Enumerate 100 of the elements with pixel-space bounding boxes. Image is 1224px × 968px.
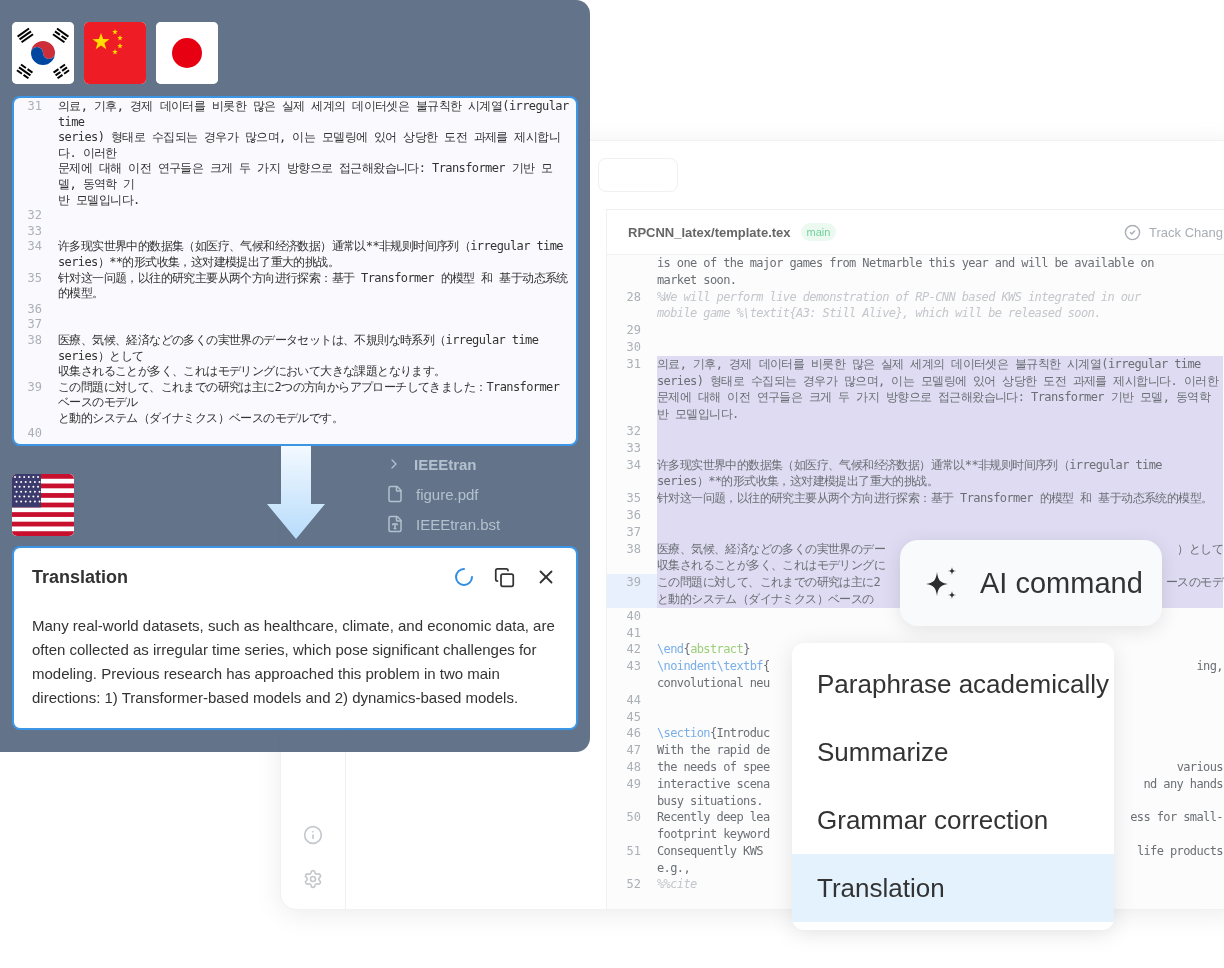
line-number: 46: [625, 725, 642, 743]
code-text: nd any hands: [1143, 775, 1223, 793]
usa-flag-icon: [12, 474, 74, 537]
translation-text: Many real-world datasets, such as healthcare, climate, and economic data, are often collected as irregular time series, which pose significant challenges for modeling. Previous research has approached this problem in two main directions: 1) Transformer-based models and 2) dynamics-based models.: [32, 616, 556, 709]
line-number: 28: [625, 288, 642, 306]
line-number: 42: [625, 641, 642, 659]
line-number: 34: [625, 456, 642, 474]
menu-item[interactable]: Summarize: [792, 718, 1114, 786]
line-number: 48: [625, 758, 642, 776]
menu-item[interactable]: Translation: [792, 854, 1114, 922]
japan-flag-icon: [156, 22, 218, 84]
line-number: 35: [26, 270, 43, 287]
code-text: 针对这一问题，以往的研究主要从两个方向进行探索：基于 Transformer 的模型 和 基于动态系统的模型。: [657, 490, 1213, 507]
line-number: 51: [625, 842, 642, 860]
code-text: busy situations.: [657, 792, 763, 810]
code-text: With the rapid de: [657, 742, 770, 759]
settings-icon[interactable]: [303, 869, 323, 889]
line-number: 49: [625, 775, 642, 793]
code-text: %%cite: [657, 876, 697, 894]
code-text: この問題に対して、これまでの研究は主に2: [657, 574, 881, 591]
code-text: ing,: [1196, 658, 1223, 675]
code-text: is one of the major games from Netmarble this year and will be available on: [657, 255, 1154, 272]
code-text: market soon.: [657, 271, 737, 289]
code-text: 医療、気候、経済などの多くの実世界のデータセットは、不規則な時系列（irregular time series）として: [58, 332, 540, 365]
code-text: と動的システム（ダイナミクス）ベースのモデルです。: [58, 410, 343, 427]
code-text: the needs of spee: [657, 758, 770, 776]
line-number: 34: [26, 239, 43, 256]
code-text: footprint keyword: [657, 826, 770, 843]
code-text: 반 모델입니다.: [58, 192, 140, 209]
line-number: 36: [26, 301, 43, 318]
code-text: 収集されることが多く、これはモデリングにおいて大きな課題となります。: [58, 364, 446, 380]
copy-icon: [493, 566, 515, 588]
code-text: series）**的形式收集，这对建模提出了重大的挑战。: [58, 254, 339, 271]
line-number: 41: [625, 624, 642, 642]
line-number: 37: [26, 317, 43, 333]
branch-tag: main: [800, 223, 837, 241]
code-text: life products: [1136, 842, 1223, 860]
code-text: ）として: [1177, 540, 1223, 558]
menu-item[interactable]: Grammar correction: [792, 786, 1114, 854]
code-text: この問題に対して、これまでの研究は主に2つの方向からアプローチしてきました：Transformer ベースのモデル: [58, 379, 561, 411]
code-text: various: [1176, 758, 1223, 776]
code-text: 문제에 대해 이전 연구들은 크게 두 가지 방향으로 접근해왔습니다: Transformer 기반 모델, 동역학: [657, 389, 1211, 407]
china-flag-icon: [84, 22, 146, 84]
code-text: 许多现实世界中的数据集（如医疗、气候和经济数据）通常以**非规则时间序列（irregular time: [58, 239, 563, 255]
code-text: 의료, 기후, 경제 데이터를 비롯한 많은 실제 세계의 데이터셋은 불규칙한 시계열(irregular time: [657, 355, 1201, 373]
line-number: 52: [625, 876, 642, 894]
code-text: series) 형태로 수집되는 경우가 많으며, 이는 모델링에 있어 상당한 도전 과제를 제시합니다. 이러한: [58, 130, 562, 162]
line-number: 50: [625, 809, 642, 827]
code-text: e.g.,: [657, 859, 691, 877]
code-text: %We will perform live demonstration of RP-CNN based KWS integrated in our: [657, 288, 1141, 306]
card-title: Translation: [32, 566, 129, 588]
info-icon[interactable]: [303, 825, 323, 845]
code-text: series) 형태로 수집되는 경우가 많으며, 이는 모델링에 있어 상당한 도전 과제를 제시합니다. 이러한: [657, 372, 1218, 390]
code-text: convolutional neu: [657, 674, 770, 692]
code-text: 针对这一问题，以往的研究主要从两个方向进行探索：基于 Transformer 的模型 和 基于动态系统的模型。: [58, 270, 569, 302]
code-text: 문제에 대해 이전 연구들은 크게 두 가지 방향으로 접근해왔습니다: Transformer 기반 모델, 동역학 기: [58, 161, 554, 193]
line-number: 36: [625, 506, 642, 524]
code-text: 许多现实世界中的数据集（如医疗、气候和经济数据）通常以**非规则时间序列（irregular time: [657, 456, 1162, 474]
line-number: 37: [625, 523, 642, 541]
line-number: 33: [26, 223, 43, 240]
code-text: Recently deep lea: [657, 809, 770, 827]
code-text: 医療、気候、経済などの多くの実世界のデー: [657, 540, 885, 558]
ai-command-button[interactable]: AI command: [900, 540, 1162, 626]
line-number: 38: [625, 540, 642, 558]
line-number: 29: [625, 322, 642, 339]
loading-spinner-icon: [454, 567, 474, 588]
line-number: 40: [625, 607, 642, 625]
line-number: 35: [625, 490, 642, 507]
code-text: series）**的形式收集，这对建模提出了重大的挑战。: [657, 473, 938, 491]
check-circle-icon: [1124, 223, 1142, 241]
line-number: 31: [625, 355, 642, 373]
line-number: 33: [625, 439, 642, 457]
line-number: 45: [625, 708, 642, 726]
code-text: ess for small-: [1130, 809, 1223, 827]
code-text: interactive scena: [657, 775, 770, 793]
file-icon: [386, 485, 404, 503]
line-number: 43: [625, 658, 642, 676]
code-text: 収集されることが多く、これはモデリングに: [657, 557, 885, 575]
file-path: RPCNN_latex/template.tex: [628, 224, 791, 240]
code-text: Consequently KWS: [657, 842, 763, 860]
code-text: \section{Introduc: [657, 725, 770, 743]
line-number: 31: [26, 99, 43, 115]
line-number: 47: [625, 742, 642, 759]
code-text: mobile game %\textit{A3: Still Alive}, which will be released soon.: [657, 305, 1101, 323]
file-type-icon: [386, 515, 404, 533]
code-text: \end{abstract}: [657, 641, 750, 659]
code-text: 반 모델입니다.: [657, 406, 739, 423]
south-korea-flag-icon: [12, 22, 74, 84]
line-number: 40: [26, 426, 43, 443]
line-number: 39: [607, 574, 657, 608]
code-text: ースのモデ: [1166, 574, 1223, 591]
line-number: 44: [625, 691, 642, 709]
code-text: と動的システム（ダイナミクス）ベースの: [657, 590, 874, 608]
menu-item[interactable]: Paraphrase academically: [792, 650, 1114, 718]
line-number: 39: [26, 379, 43, 396]
line-number: 32: [26, 208, 43, 224]
line-number: 30: [625, 339, 642, 356]
code-text: \noindent\textbf{: [657, 658, 770, 675]
line-number: 32: [625, 422, 642, 440]
copy-button[interactable]: [492, 565, 516, 590]
